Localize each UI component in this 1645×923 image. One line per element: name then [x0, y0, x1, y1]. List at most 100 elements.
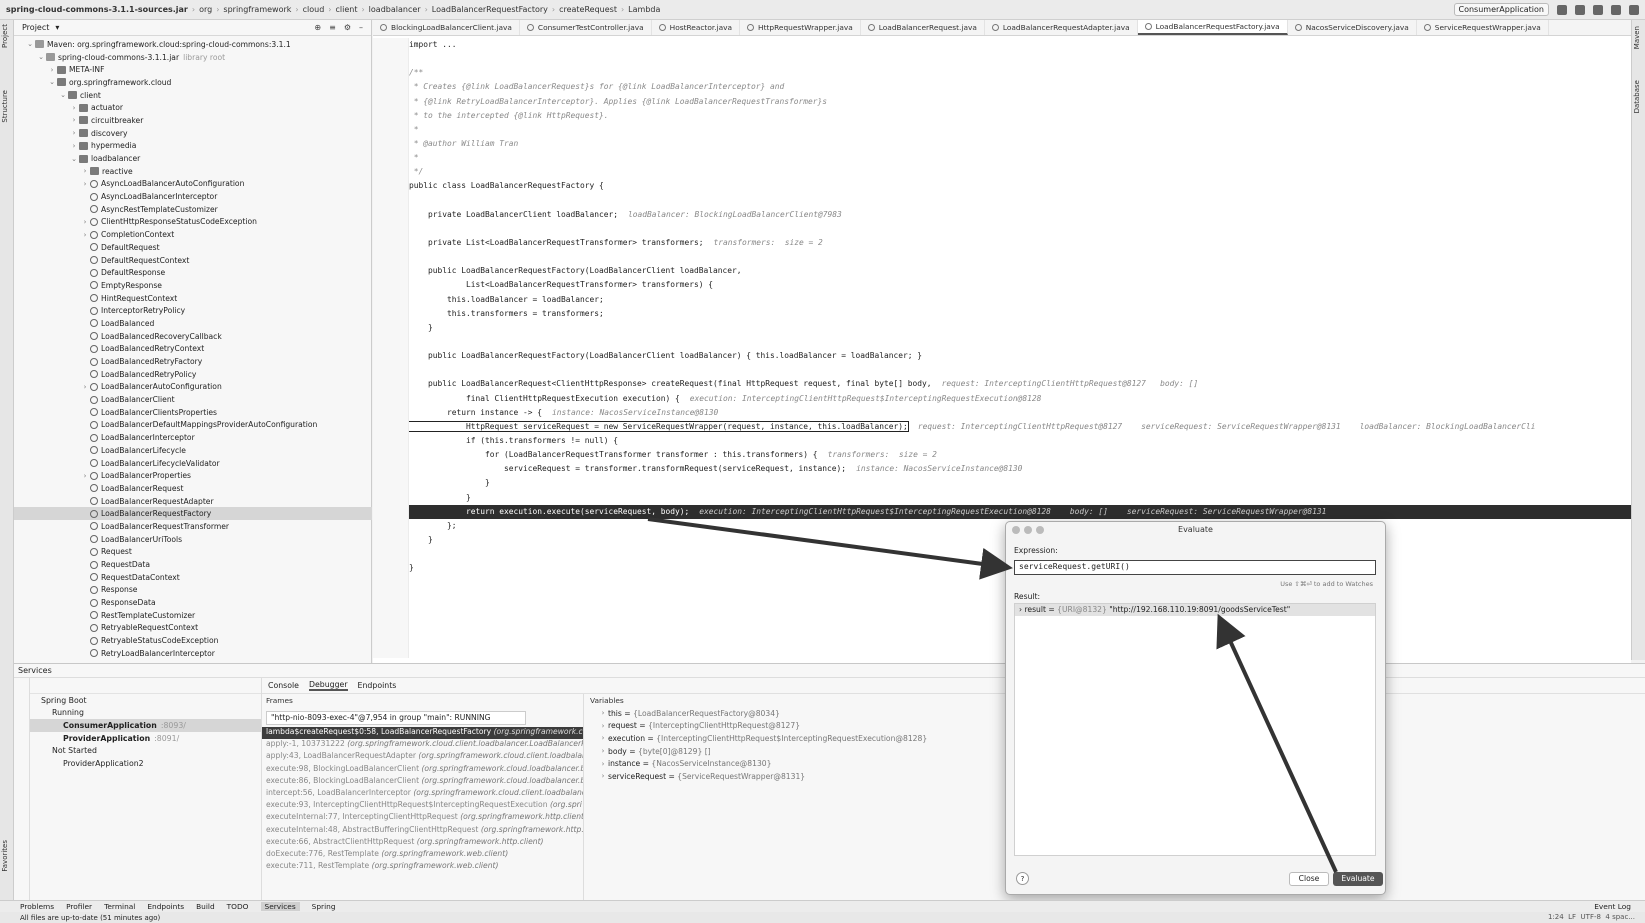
expand-arrow-icon[interactable]: ›	[1019, 605, 1022, 614]
chevron-icon[interactable]: ›	[80, 167, 90, 175]
breadcrumb-item[interactable]: cloud	[303, 5, 325, 14]
code-line[interactable]: 24	[409, 52, 1631, 66]
variable-row[interactable]: › request = {InterceptingClientHttpReques…	[584, 720, 1004, 733]
breadcrumb-item[interactable]: loadbalancer	[369, 5, 421, 14]
editor-tab[interactable]: HostReactor.java	[652, 20, 741, 35]
tree-node[interactable]: LoadBalancedRetryPolicy	[14, 368, 372, 381]
code-line[interactable]: 36	[409, 222, 1631, 236]
chevron-icon[interactable]: ›	[80, 180, 90, 188]
chevron-icon[interactable]: ›	[80, 472, 90, 480]
stop-icon[interactable]	[1593, 4, 1603, 15]
code-line[interactable]: 28 * to the intercepted {@link HttpReque…	[409, 109, 1631, 123]
editor-tab[interactable]: NacosServiceDiscovery.java	[1288, 20, 1417, 35]
tree-node[interactable]: LoadBalancerInterceptor	[14, 431, 372, 444]
help-button[interactable]: ?	[1016, 872, 1029, 885]
search-icon[interactable]	[1611, 4, 1621, 15]
stack-frame[interactable]: executeInternal:48, AbstractBufferingCli…	[262, 825, 583, 837]
stack-frame[interactable]: execute:93, InterceptingClientHttpReques…	[262, 800, 583, 812]
service-port[interactable]: :8093/	[161, 721, 186, 730]
stack-frame[interactable]: execute:98, BlockingLoadBalancerClient (…	[262, 764, 583, 776]
service-node[interactable]: Running	[30, 707, 261, 720]
tree-node[interactable]: › ClientHttpResponseStatusCodeException	[14, 216, 372, 229]
window-zoom-dot[interactable]	[1036, 526, 1044, 534]
debug-icon[interactable]	[1575, 4, 1585, 15]
tree-node[interactable]: LoadBalancerLifecycle	[14, 444, 372, 457]
code-line[interactable]: 42 this.transformers = transformers;	[409, 307, 1631, 321]
chevron-icon[interactable]: ›	[598, 772, 608, 780]
stack-frame[interactable]: doExecute:776, RestTemplate (org.springf…	[262, 849, 583, 861]
tree-node[interactable]: › META-INF	[14, 63, 372, 76]
code-line[interactable]: 39 public LoadBalancerRequestFactory(Loa…	[409, 264, 1631, 278]
chevron-icon[interactable]: ›	[598, 747, 608, 755]
close-button[interactable]: Close	[1289, 872, 1329, 886]
service-node[interactable]: Spring Boot	[30, 694, 261, 707]
breadcrumb-item[interactable]: Lambda	[628, 5, 660, 14]
tree-node[interactable]: › actuator	[14, 101, 372, 114]
debugger-tab[interactable]: Endpoints	[358, 681, 397, 690]
tree-node[interactable]: › hypermedia	[14, 140, 372, 153]
service-node[interactable]: ProviderApplication2	[30, 757, 261, 770]
chevron-icon[interactable]: ›	[69, 142, 79, 150]
caret-position[interactable]: 1:24	[1548, 913, 1564, 921]
evaluate-button[interactable]: Evaluate	[1333, 872, 1383, 886]
tree-node[interactable]: › LoadBalancerAutoConfiguration	[14, 381, 372, 394]
tree-node[interactable]: LoadBalancerLifecycleValidator	[14, 457, 372, 470]
favorites-tool-tab[interactable]: Favorites	[1, 840, 9, 872]
tree-node[interactable]: LoadBalancerClient	[14, 393, 372, 406]
tree-node[interactable]: RetryLoadBalancerInterceptor	[14, 647, 372, 660]
code-line[interactable]: 27 * {@link RetryLoadBalancerInterceptor…	[409, 95, 1631, 109]
chevron-icon[interactable]: ›	[69, 129, 79, 137]
tree-node[interactable]: LoadBalancerDefaultMappingsProviderAutoC…	[14, 419, 372, 432]
expression-input[interactable]: serviceRequest.getURI()	[1014, 560, 1376, 575]
tree-node[interactable]: ⌄ spring-cloud-commons-3.1.1.jar library r…	[14, 51, 372, 64]
code-line[interactable]: 53 if (this.transformers != null) {	[409, 434, 1631, 448]
chevron-icon[interactable]: ⌄	[47, 78, 57, 86]
breadcrumb-item[interactable]: springframework	[223, 5, 291, 14]
locate-icon[interactable]: ⊕	[314, 23, 321, 32]
editor-tab[interactable]: HttpRequestWrapper.java	[740, 20, 861, 35]
chevron-icon[interactable]: ⌄	[58, 91, 68, 99]
stack-frame[interactable]: execute:66, AbstractClientHttpRequest (o…	[262, 837, 583, 849]
tree-node[interactable]: EmptyResponse	[14, 279, 372, 292]
service-node[interactable]: Not Started	[30, 744, 261, 757]
tree-node[interactable]: LoadBalancedRetryFactory	[14, 355, 372, 368]
tree-node[interactable]: HintRequestContext	[14, 292, 372, 305]
run-config-select[interactable]: ConsumerApplication	[1453, 3, 1549, 16]
file-encoding[interactable]: UTF-8	[1581, 913, 1601, 921]
editor-tab[interactable]: ServiceRequestWrapper.java	[1417, 20, 1549, 35]
database-tool-tab[interactable]: Database	[1633, 80, 1641, 113]
editor-tab[interactable]: LoadBalancerRequestAdapter.java	[985, 20, 1138, 35]
service-node[interactable]: ConsumerApplication:8093/	[30, 719, 261, 732]
variable-row[interactable]: › this = {LoadBalancerRequestFactory@8034…	[584, 707, 1004, 720]
code-line[interactable]: 30 * @author William Tran	[409, 137, 1631, 151]
tree-node[interactable]: LoadBalancerRequest	[14, 482, 372, 495]
project-tool-tab[interactable]: Project	[1, 24, 9, 48]
stack-frame[interactable]: execute:711, RestTemplate (org.springfra…	[262, 861, 583, 873]
code-line[interactable]: 43 }	[409, 321, 1631, 335]
settings-icon[interactable]	[1629, 4, 1639, 15]
code-line[interactable]: 25/**	[409, 66, 1631, 80]
window-close-dot[interactable]	[1012, 526, 1020, 534]
line-separator[interactable]: LF	[1568, 913, 1576, 921]
code-line[interactable]: 44	[409, 335, 1631, 349]
tree-node[interactable]: AsyncLoadBalancerInterceptor	[14, 190, 372, 203]
tree-node[interactable]: LoadBalancerRequestFactory	[14, 507, 372, 521]
code-line[interactable]: 55 serviceRequest = transformer.transfor…	[409, 462, 1631, 476]
tree-node[interactable]: LoadBalanced	[14, 317, 372, 330]
code-line[interactable]: 40 List<LoadBalancerRequestTransformer> …	[409, 278, 1631, 292]
tree-node[interactable]: › discovery	[14, 127, 372, 140]
tree-node[interactable]: ⌄ org.springframework.cloud	[14, 76, 372, 89]
chevron-icon[interactable]: ›	[80, 231, 90, 239]
tree-node[interactable]: ⌄ client	[14, 89, 372, 102]
chevron-icon[interactable]: ⌄	[25, 40, 35, 48]
tree-node[interactable]: RequestDataContext	[14, 571, 372, 584]
code-line[interactable]: 41 this.loadBalancer = loadBalancer;	[409, 293, 1631, 307]
code-line[interactable]: 31 *	[409, 151, 1631, 165]
maven-tool-tab[interactable]: Maven	[1633, 26, 1641, 49]
tree-node[interactable]: LoadBalancerRequestAdapter	[14, 495, 372, 508]
bottom-tool-tab[interactable]: Problems	[20, 902, 54, 911]
code-line[interactable]: 54 for (LoadBalancerRequestTransformer t…	[409, 448, 1631, 462]
stack-frame[interactable]: apply:-1, 103731222 (org.springframework…	[262, 739, 583, 751]
tree-node[interactable]: RetryableStatusCodeException	[14, 634, 372, 647]
stack-frame[interactable]: intercept:56, LoadBalancerInterceptor (o…	[262, 788, 583, 800]
